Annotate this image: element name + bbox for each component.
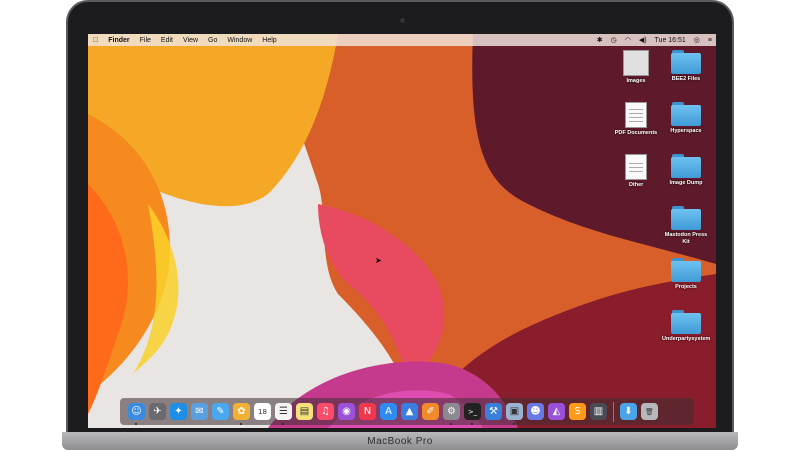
- discord-icon[interactable]: ☻: [527, 403, 544, 420]
- siri-icon[interactable]: ◎: [690, 36, 704, 44]
- messages-icon[interactable]: ✎: [212, 403, 229, 420]
- terminal-icon[interactable]: >_: [464, 403, 481, 425]
- running-indicator: [135, 423, 137, 425]
- apple-menu-icon[interactable]: : [88, 37, 103, 44]
- podcasts-icon[interactable]: ◉: [338, 403, 355, 420]
- keynote-icon[interactable]: ▲: [401, 403, 418, 420]
- downloads-folder-icon[interactable]: ⬇: [620, 403, 637, 420]
- reminders-icon[interactable]: ☰: [275, 403, 292, 425]
- mouse-pointer-icon: ➤: [375, 256, 382, 265]
- dock-separator: [613, 401, 614, 422]
- safari-icon[interactable]: ✦: [170, 403, 187, 420]
- menu-bar:  Finder File Edit View Go Window Help ✱…: [88, 34, 716, 46]
- desktop-icon-projects[interactable]: Projects: [662, 258, 710, 291]
- folder-icon: [671, 206, 701, 230]
- folder-icon: [671, 50, 701, 74]
- document-icon: [625, 102, 647, 128]
- photos-icon[interactable]: ✿: [233, 403, 250, 425]
- system-preferences-icon[interactable]: ⚙: [443, 403, 460, 425]
- desktop-screen:  Finder File Edit View Go Window Help ✱…: [88, 34, 716, 428]
- folder-icon: [671, 258, 701, 282]
- mail-icon[interactable]: ✉: [191, 403, 208, 420]
- macbook-frame:  Finder File Edit View Go Window Help ✱…: [62, 0, 738, 450]
- desktop-icon-mastodon-press-kit[interactable]: Mastodon Press Kit: [662, 206, 710, 246]
- running-indicator: [450, 423, 452, 425]
- control-list-icon[interactable]: ≡: [704, 37, 716, 44]
- screen-bezel:  Finder File Edit View Go Window Help ✱…: [66, 0, 734, 434]
- music-icon[interactable]: ♫: [317, 403, 334, 420]
- xcode-icon[interactable]: ⚒: [485, 403, 502, 420]
- desktop-icon-label: PDF Documents: [614, 130, 658, 136]
- notes-icon[interactable]: ▤: [296, 403, 313, 420]
- wallpaper: [88, 34, 716, 428]
- launchpad-icon[interactable]: ✈: [149, 403, 166, 420]
- desktop-icon-label: Images: [626, 78, 646, 84]
- folder-icon: [671, 310, 701, 334]
- menu-window[interactable]: Window: [222, 37, 257, 44]
- news-icon[interactable]: N: [359, 403, 376, 420]
- activity-monitor-icon[interactable]: ▥: [590, 403, 607, 420]
- desktop-icon-bee2-files[interactable]: BEE2 Files: [662, 50, 710, 83]
- dock: ☺ ✈ ✦ ✉ ✎ ✿ 18 ☰ ▤ ♫ ◉ N A ▲ ✐ ⚙ >_ ⚒ ▣ ☻ ◭ S ▥ ⬇ 🗑: [120, 398, 694, 425]
- app-store-icon[interactable]: A: [380, 403, 397, 420]
- folder-icon: [671, 154, 701, 178]
- desktop-icon-label: Image Dump: [669, 180, 703, 186]
- menu-app-name[interactable]: Finder: [103, 37, 134, 44]
- volume-icon[interactable]: ◀): [635, 36, 651, 44]
- menu-edit[interactable]: Edit: [156, 37, 178, 44]
- finder-icon[interactable]: ☺: [128, 403, 145, 425]
- desktop-icon-label: Mastodon Press Kit: [664, 232, 708, 245]
- desktop-icon-label: BEE2 Files: [671, 76, 701, 82]
- wifi-icon[interactable]: ◠: [621, 36, 635, 44]
- desktop-icon-label: Underpartysystem: [662, 336, 711, 342]
- sublime-icon[interactable]: S: [569, 403, 586, 420]
- running-indicator: [471, 423, 473, 425]
- desktop-icon-label: Other: [628, 182, 644, 188]
- menu-clock[interactable]: Tue 16:51: [651, 37, 690, 44]
- trash-icon[interactable]: 🗑: [641, 403, 658, 420]
- running-indicator: [282, 423, 284, 425]
- image-icon: [623, 50, 649, 76]
- device-label: MacBook Pro: [367, 436, 433, 447]
- pages-icon[interactable]: ✐: [422, 403, 439, 420]
- desktop-icon-other[interactable]: Other: [612, 154, 660, 189]
- camera-icon: [400, 18, 405, 23]
- desktop-icon-hyperspace[interactable]: Hyperspace: [662, 102, 710, 135]
- menu-go[interactable]: Go: [203, 37, 222, 44]
- menu-help[interactable]: Help: [257, 37, 281, 44]
- desktop-icon-label: Hyperspace: [670, 128, 702, 134]
- desktop-icon-images[interactable]: Images: [612, 50, 660, 85]
- desktop-icon-image-dump[interactable]: Image Dump: [662, 154, 710, 187]
- desktop-icon-underpartysystem[interactable]: Underpartysystem: [662, 310, 710, 343]
- folder-icon: [671, 102, 701, 126]
- bluetooth-icon[interactable]: ✱: [593, 36, 607, 44]
- status-area: ✱ ◷ ◠ ◀) Tue 16:51 ◎ ≡: [593, 36, 716, 45]
- calendar-icon[interactable]: 18: [254, 403, 271, 420]
- running-indicator: [513, 423, 515, 425]
- desktop-icon-label: Projects: [675, 284, 697, 290]
- running-indicator: [240, 423, 242, 425]
- menu-file[interactable]: File: [135, 37, 156, 44]
- document-icon: [625, 154, 647, 180]
- desktop-icon-pdf-documents[interactable]: PDF Documents: [612, 102, 660, 137]
- time-machine-icon[interactable]: ◷: [607, 36, 621, 44]
- menu-view[interactable]: View: [178, 37, 203, 44]
- affinity-icon[interactable]: ◭: [548, 403, 565, 420]
- preview-icon[interactable]: ▣: [506, 403, 523, 425]
